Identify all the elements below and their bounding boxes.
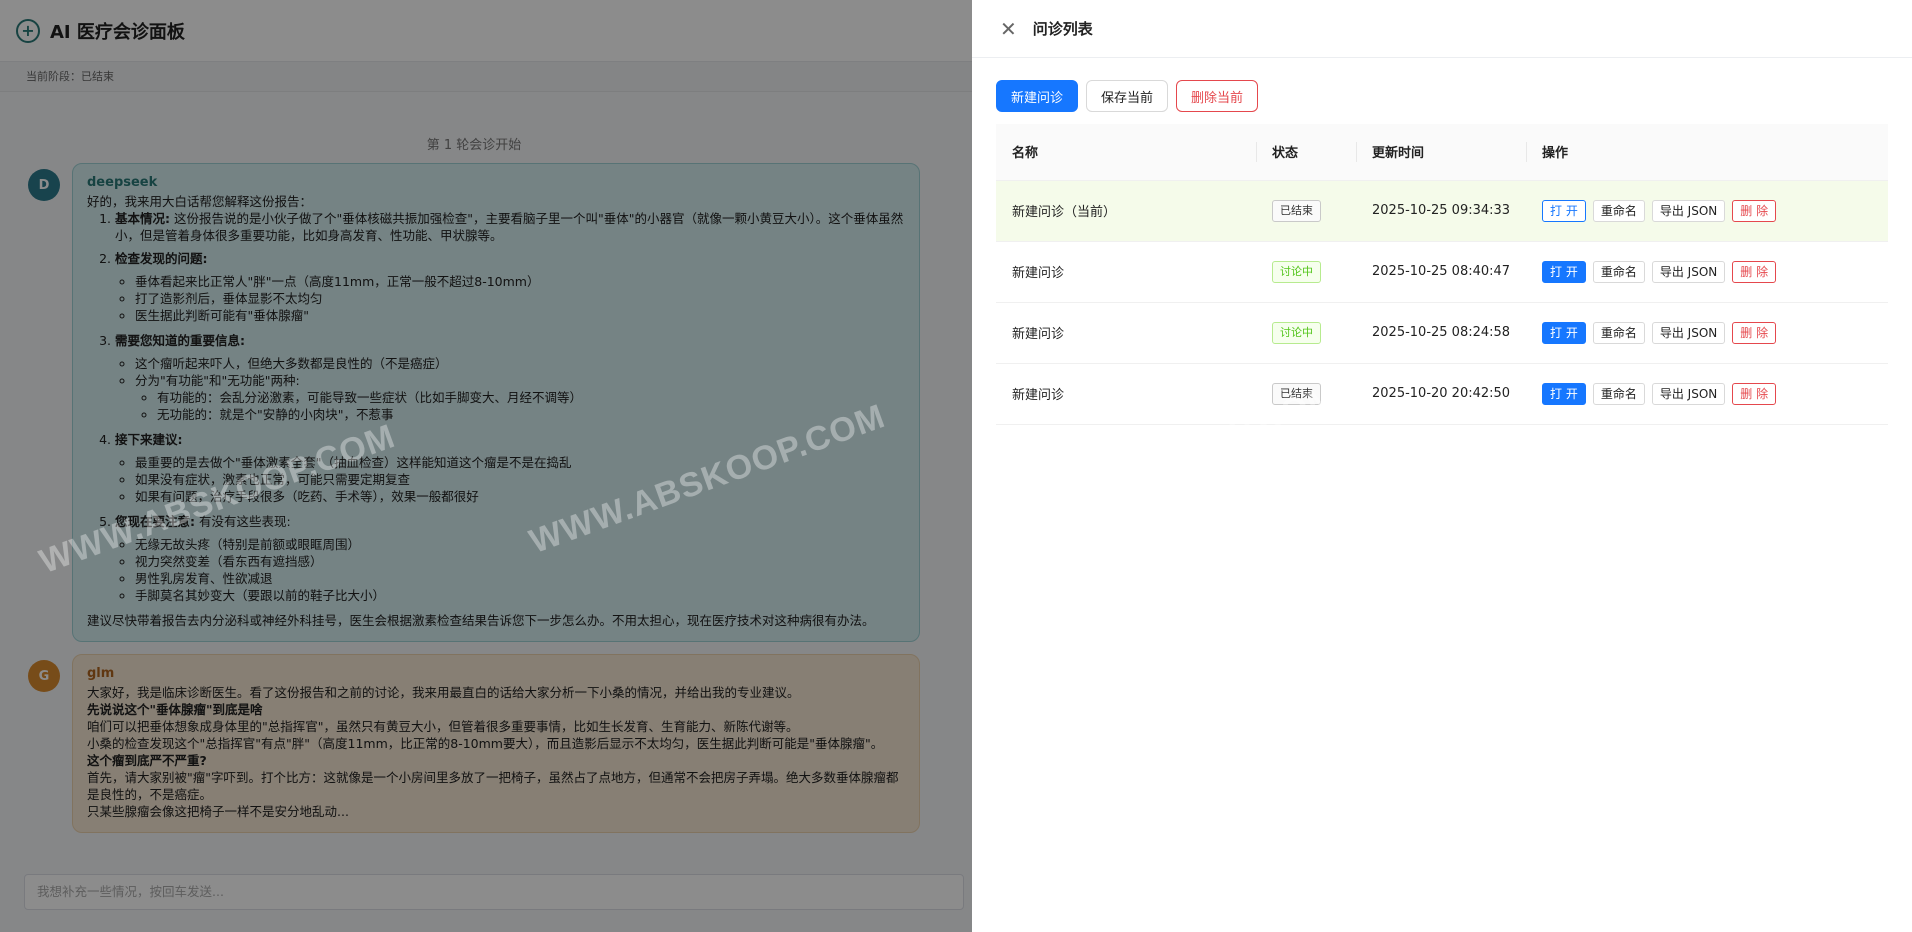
close-icon[interactable]: ✕ [1000,19,1017,39]
row-actions: 打 开 重命名 导出 JSON 删 除 [1526,363,1888,425]
column-header-label: 操作 [1542,146,1569,162]
export-json-button[interactable]: 导出 JSON [1651,199,1726,222]
delete-button[interactable]: 删 除 [1732,382,1777,405]
row-status-cell: 讨论中 [1256,302,1356,364]
status-badge: 讨论中 [1272,321,1321,344]
row-name: 新建问诊（当前） [996,180,1256,242]
column-header-name: 名称 [996,124,1256,181]
open-button[interactable]: 打 开 [1542,260,1586,283]
row-name: 新建问诊 [996,241,1256,303]
table-row[interactable]: 新建问诊（当前） 已结束 2025-10-25 09:34:33 打 开 重命名… [996,180,1888,242]
rename-button[interactable]: 重命名 [1592,321,1645,344]
consultation-table: 名称 状态 更新时间 操作 新建问诊（当前） 已结束 2025-10-25 09… [996,124,1888,425]
status-badge: 讨论中 [1272,260,1321,283]
row-updated: 2025-10-20 20:42:50 [1356,363,1526,425]
row-actions: 打 开 重命名 导出 JSON 删 除 [1526,180,1888,242]
table-row[interactable]: 新建问诊 讨论中 2025-10-25 08:40:47 打 开 重命名 导出 … [996,241,1888,303]
column-header-updated: 更新时间 [1356,124,1526,181]
row-status-cell: 已结束 [1256,363,1356,425]
open-button[interactable]: 打 开 [1542,199,1586,222]
row-status-cell: 已结束 [1256,180,1356,242]
column-header-actions: 操作 [1526,124,1888,181]
row-status-cell: 讨论中 [1256,241,1356,303]
export-json-button[interactable]: 导出 JSON [1651,260,1726,283]
drawer-title: 问诊列表 [1032,20,1093,38]
consultation-list-drawer: ✕ 问诊列表 新建问诊 保存当前 删除当前 名称 状态 更新时间 操作 新建问诊… [972,0,1912,932]
rename-button[interactable]: 重命名 [1592,199,1645,222]
column-header-label: 更新时间 [1372,146,1425,162]
rename-button[interactable]: 重命名 [1592,260,1645,283]
drawer-header: ✕ 问诊列表 [972,0,1912,58]
delete-button[interactable]: 删 除 [1732,321,1777,344]
save-current-button[interactable]: 保存当前 [1086,80,1169,112]
table-header-row: 名称 状态 更新时间 操作 [996,124,1888,181]
row-updated: 2025-10-25 08:40:47 [1356,241,1526,303]
row-name: 新建问诊 [996,363,1256,425]
delete-button[interactable]: 删 除 [1732,199,1777,222]
row-actions: 打 开 重命名 导出 JSON 删 除 [1526,302,1888,364]
column-header-label: 状态 [1272,146,1299,162]
rename-button[interactable]: 重命名 [1592,382,1645,405]
delete-button[interactable]: 删 除 [1732,260,1777,283]
open-button[interactable]: 打 开 [1542,321,1586,344]
row-updated: 2025-10-25 09:34:33 [1356,180,1526,242]
table-row[interactable]: 新建问诊 讨论中 2025-10-25 08:24:58 打 开 重命名 导出 … [996,302,1888,364]
column-header-status: 状态 [1256,124,1356,181]
status-badge: 已结束 [1272,199,1321,222]
row-updated: 2025-10-25 08:24:58 [1356,302,1526,364]
export-json-button[interactable]: 导出 JSON [1651,382,1726,405]
export-json-button[interactable]: 导出 JSON [1651,321,1726,344]
row-name: 新建问诊 [996,302,1256,364]
table-row[interactable]: 新建问诊 已结束 2025-10-20 20:42:50 打 开 重命名 导出 … [996,363,1888,425]
new-consultation-button[interactable]: 新建问诊 [996,80,1079,112]
status-badge: 已结束 [1272,382,1321,405]
delete-current-button[interactable]: 删除当前 [1176,80,1259,112]
open-button[interactable]: 打 开 [1542,382,1586,405]
drawer-toolbar: 新建问诊 保存当前 删除当前 [972,58,1912,112]
row-actions: 打 开 重命名 导出 JSON 删 除 [1526,241,1888,303]
